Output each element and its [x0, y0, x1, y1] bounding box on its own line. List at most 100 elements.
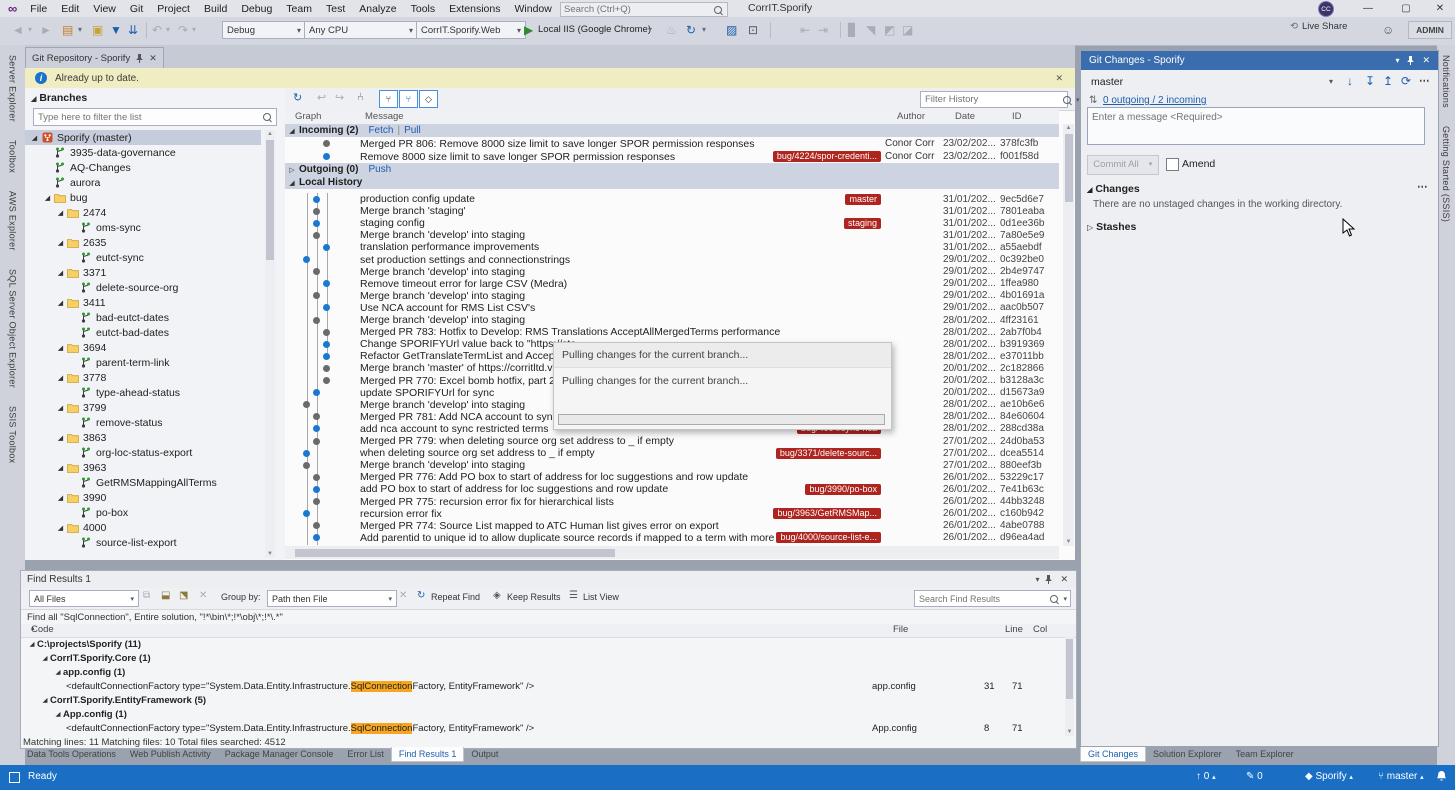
open-file-icon[interactable]: ▣	[92, 21, 103, 39]
navigate-back-icon[interactable]: ◄	[12, 21, 24, 39]
keep-results-label[interactable]: Keep Results	[507, 592, 561, 602]
side-tab-sql-server-object-explorer[interactable]: SQL Server Object Explorer	[8, 259, 18, 396]
commit-message-box[interactable]	[1087, 107, 1425, 145]
tree-item-2635[interactable]: ◢2635	[25, 235, 261, 250]
save-all-icon[interactable]: ⇊	[128, 21, 138, 39]
show-merge-commits-toggle[interactable]: ⑂	[399, 90, 418, 108]
branch-badge[interactable]: master	[845, 194, 881, 205]
commit-message-input[interactable]	[1088, 108, 1424, 144]
tree-item-2474[interactable]: ◢2474	[25, 205, 261, 220]
tree-item-sporify-master-[interactable]: ◢Sporify (master)	[25, 130, 261, 145]
tree-expander-icon[interactable]: ◢	[29, 134, 40, 142]
commit-row[interactable]: Merge branch 'develop' into staging28/01…	[285, 314, 1059, 326]
history-filter-input[interactable]	[921, 94, 1061, 105]
tree-item-3694[interactable]: ◢3694	[25, 340, 261, 355]
scope-select[interactable]: All Files▾	[29, 590, 139, 607]
branch-badge[interactable]: bug/3990/po-box	[805, 484, 881, 495]
menu-extensions[interactable]: Extensions	[442, 2, 507, 16]
side-tab-ssis-toolbox[interactable]: SSIS Toolbox	[8, 396, 18, 471]
menu-tools[interactable]: Tools	[404, 2, 443, 16]
compare-commits-icon[interactable]: ⑃	[357, 91, 364, 103]
col-message[interactable]: Message	[365, 111, 404, 122]
tree-item-eutct-bad-dates[interactable]: eutct-bad-dates	[25, 325, 261, 340]
side-tab-notifications[interactable]: Notifications	[1441, 45, 1451, 116]
tree-item-delete-source-org[interactable]: delete-source-org	[25, 280, 261, 295]
commit-row[interactable]: Merge branch 'develop' into staging31/01…	[285, 229, 1059, 241]
repeat-find-icon[interactable]: ↻	[417, 590, 425, 601]
tree-item-getrmsmappingallterms[interactable]: GetRMSMappingAllTerms	[25, 475, 261, 490]
undo-dropdown[interactable]: ▾	[166, 21, 170, 39]
redo-icon[interactable]: ↷	[178, 21, 188, 39]
run-target-dropdown[interactable]: ▾	[648, 21, 652, 39]
col-graph[interactable]: Graph	[295, 111, 321, 122]
bookmark-next-icon[interactable]: ◪	[902, 21, 913, 39]
list-view-label[interactable]: List View	[583, 592, 619, 602]
side-tab-aws-explorer[interactable]: AWS Explorer	[8, 181, 18, 259]
tree-item-type-ahead-status[interactable]: type-ahead-status	[25, 385, 261, 400]
pending-edits-indicator[interactable]: ✎ 0	[1246, 771, 1263, 782]
tree-expander-icon[interactable]: ◢	[55, 299, 66, 307]
commit-row[interactable]: Remove 8000 size limit to save longer SP…	[285, 150, 1059, 163]
show-tags-toggle[interactable]: ◇	[419, 90, 438, 108]
tree-item-3799[interactable]: ◢3799	[25, 400, 261, 415]
stashes-header[interactable]: ▷ Stashes	[1087, 221, 1136, 233]
find-in-files-icon[interactable]: ▨	[726, 21, 737, 39]
start-debug-icon[interactable]: ▶	[524, 21, 533, 39]
tree-item-eutct-sync[interactable]: eutct-sync	[25, 250, 261, 265]
branch-filter[interactable]	[33, 108, 277, 126]
find-group-row[interactable]: ◢CorrIT.Sporify.Core (1)	[21, 651, 1061, 665]
find-results-search[interactable]: ▾	[914, 590, 1071, 607]
new-project-icon[interactable]: ▤	[62, 21, 73, 39]
tree-item-remove-status[interactable]: remove-status	[25, 415, 261, 430]
commit-row[interactable]: Merged PR 779: when deleting source org …	[285, 435, 1059, 447]
tree-item-3411[interactable]: ◢3411	[25, 295, 261, 310]
go-to-parent-icon[interactable]: ↩	[317, 91, 326, 104]
tool-tab-git-changes[interactable]: Git Changes	[1080, 747, 1146, 762]
section-expander-icon[interactable]: ▷	[285, 166, 299, 174]
tree-expander-icon[interactable]: ◢	[55, 344, 66, 352]
commit-row[interactable]: Merge branch 'staging'31/01/202...7801ea…	[285, 205, 1059, 217]
menu-debug[interactable]: Debug	[234, 2, 279, 16]
tab-git-repository[interactable]: Git Repository - Sporify ✕	[25, 47, 164, 69]
history-filter[interactable]: ▾	[920, 91, 1068, 108]
push-icon[interactable]: ↥	[1383, 74, 1393, 88]
menu-file[interactable]: File	[23, 2, 54, 16]
clear-results-icon[interactable]: ✕	[199, 590, 207, 601]
tree-item-bug[interactable]: ◢bug	[25, 190, 261, 205]
find-group-row[interactable]: ◢App.config (1)	[21, 707, 1061, 721]
pin-icon[interactable]	[1407, 56, 1414, 65]
tree-item-3935-data-governance[interactable]: 3935-data-governance	[25, 145, 261, 160]
tree-expander-icon[interactable]: ◢	[55, 434, 66, 442]
commit-row[interactable]: add PO box to start of address for loc s…	[285, 483, 1059, 495]
restart-dropdown[interactable]: ▾	[702, 21, 706, 39]
maximize-button[interactable]: ▢	[1390, 0, 1422, 17]
section-expander-icon[interactable]: ◢	[285, 127, 299, 135]
branches-scrollbar[interactable]: ▲ ▼	[265, 130, 275, 558]
tab-close-icon[interactable]: ✕	[149, 53, 157, 64]
menu-edit[interactable]: Edit	[54, 2, 86, 16]
menu-team[interactable]: Team	[279, 2, 319, 16]
tree-expander-icon[interactable]: ◢	[55, 404, 66, 412]
import-results-icon[interactable]: ⬓	[161, 590, 170, 601]
col-line[interactable]: Line	[1005, 624, 1023, 635]
sync-icon[interactable]: ⟳	[1401, 74, 1411, 88]
bookmark-icon[interactable]: ◩	[884, 21, 895, 39]
tree-expander-icon[interactable]: ◢	[55, 524, 66, 532]
admin-button[interactable]: ADMIN	[1408, 21, 1452, 39]
restore-layout-icon[interactable]	[9, 772, 20, 783]
menu-analyze[interactable]: Analyze	[352, 2, 403, 16]
branch-filter-input[interactable]	[34, 112, 261, 123]
section-expander-icon[interactable]: ◢	[285, 179, 299, 187]
find-match-row[interactable]: <defaultConnectionFactory type="System.D…	[21, 679, 1061, 693]
navigate-back-dropdown[interactable]: ▾	[28, 21, 32, 39]
tree-item-3990[interactable]: ◢3990	[25, 490, 261, 505]
hot-reload-icon[interactable]: ♨	[666, 21, 677, 39]
group-by-select[interactable]: Path then File▾	[267, 590, 397, 607]
changes-menu-icon[interactable]: ⋯	[1417, 181, 1429, 193]
col-author[interactable]: Author	[897, 111, 925, 122]
section-local-history[interactable]: ◢Local History	[285, 176, 1059, 189]
branch-badge[interactable]: bug/3963/GetRMSMap...	[773, 508, 881, 519]
live-share-group[interactable]: ⟲ Live Share	[1290, 21, 1347, 32]
tree-item-oms-sync[interactable]: oms-sync	[25, 220, 261, 235]
commit-row[interactable]: Use NCA account for RMS List CSV's29/01/…	[285, 302, 1059, 314]
